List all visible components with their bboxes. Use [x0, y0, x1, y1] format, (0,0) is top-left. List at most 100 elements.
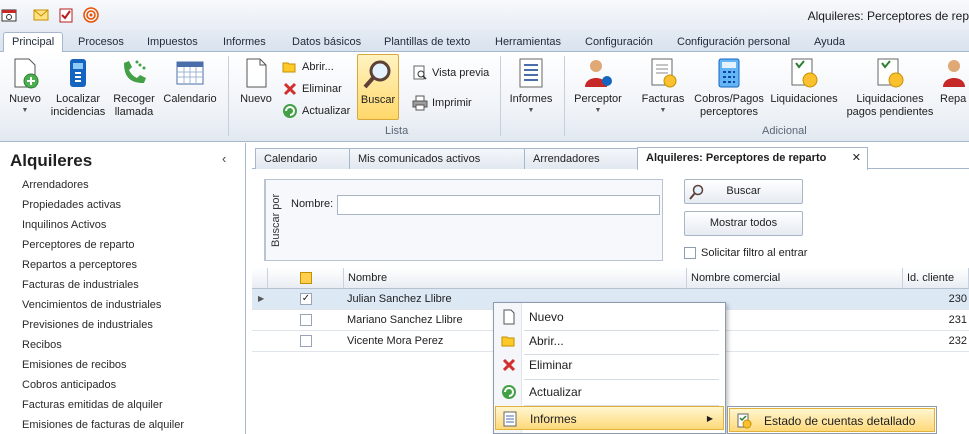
imprimir-button[interactable]: Imprimir [412, 93, 472, 113]
menu-item-estado-de-cuentas-detallado[interactable]: Estado de cuentas detallado [729, 408, 935, 432]
name-label: Nombre: [291, 198, 334, 210]
select-all-header[interactable] [268, 268, 344, 289]
chevron-down-icon: ▼ [659, 107, 667, 114]
calendar-icon [176, 61, 204, 85]
group-label-adicional: Adicional [762, 125, 807, 137]
doc-tab-calendario[interactable]: Calendario [255, 148, 351, 169]
context-menu: Nuevo Abrir... Eliminar Actualizar Infor… [493, 302, 726, 434]
nav-item-previsiones-de-industriales[interactable]: Previsiones de industriales [22, 319, 153, 331]
chevron-down-icon: ▼ [21, 107, 29, 114]
facturas-button[interactable]: Facturas ▼ [638, 57, 688, 116]
ribbon-separator [564, 56, 565, 136]
menu-item-nuevo[interactable]: Nuevo [495, 305, 724, 329]
abrir-button[interactable]: Abrir... [282, 57, 334, 77]
eliminar-button[interactable]: Eliminar [282, 79, 342, 99]
tab-herramientas[interactable]: Herramientas [495, 33, 561, 52]
nav-title: Alquileres [10, 151, 93, 170]
menu-item-eliminar[interactable]: Eliminar [495, 353, 724, 377]
perceptor-button[interactable]: Perceptor ▼ [572, 57, 624, 116]
tab-informes[interactable]: Informes [223, 33, 266, 52]
account-statement-icon [737, 413, 752, 429]
tab-configuracion-personal[interactable]: Configuración personal [677, 33, 790, 52]
calendario-button[interactable]: Calendario [162, 57, 218, 106]
app-icon[interactable] [1, 7, 17, 23]
delete-icon [283, 83, 297, 96]
nav-item-recibos[interactable]: Recibos [22, 339, 62, 351]
tasks-icon[interactable] [58, 7, 74, 23]
mail-icon[interactable] [33, 7, 49, 23]
tab-datos-basicos[interactable]: Datos básicos [292, 33, 361, 52]
column-header-nombre-comercial[interactable]: Nombre comercial [687, 268, 903, 289]
cobros-pagos-perceptores-button[interactable]: Cobros/Pagos perceptores [693, 57, 765, 119]
group-label-lista: Lista [385, 125, 409, 137]
settlement-icon [791, 58, 818, 88]
doc-tab-arrendadores[interactable]: Arrendadores [524, 148, 638, 169]
cell-nombre: Mariano Sanchez Llibre [347, 314, 463, 326]
mostrar-todos-label: Mostrar todos [709, 217, 778, 229]
liquidaciones-pagos-pendientes-button[interactable]: Liquidaciones pagos pendientes [846, 57, 934, 119]
informes-ribbon-button[interactable]: Informes ▼ [507, 57, 555, 116]
buscar-ribbon-button[interactable]: Buscar [357, 54, 399, 120]
collapse-icon[interactable]: ‹ [222, 151, 226, 166]
localizar-incidencias-button[interactable]: Localizar incidencias [50, 57, 106, 119]
tab-ayuda[interactable]: Ayuda [814, 33, 845, 52]
nav-item-emisiones-de-facturas-de-alquiler[interactable]: Emisiones de facturas de alquiler [22, 419, 184, 431]
document-tabs: Calendario Mis comunicados activos Arren… [252, 147, 969, 170]
row-checkbox[interactable]: ✓ [300, 293, 312, 305]
cell-id-cliente: 231 [948, 314, 967, 326]
row-checkbox[interactable] [300, 335, 312, 347]
mostrar-todos-button[interactable]: Mostrar todos [684, 211, 803, 236]
chevron-down-icon: ▼ [527, 107, 535, 114]
tab-plantillas-de-texto[interactable]: Plantillas de texto [384, 33, 470, 52]
nav-item-emisiones-de-recibos[interactable]: Emisiones de recibos [22, 359, 127, 371]
doc-tab-mis-comunicados-activos[interactable]: Mis comunicados activos [349, 148, 525, 169]
new-document-icon [14, 58, 39, 89]
liquidaciones-button[interactable]: Liquidaciones [770, 57, 838, 106]
magnifier-icon [689, 184, 704, 200]
calculator-icon [718, 58, 740, 88]
rss-icon[interactable] [83, 7, 99, 23]
solicitar-filtro-checkbox[interactable] [684, 247, 696, 259]
ribbon-separator [228, 56, 229, 136]
tab-impuestos[interactable]: Impuestos [147, 33, 198, 52]
refresh-icon [502, 385, 516, 399]
blank-document-icon [503, 309, 515, 325]
chevron-down-icon: ▼ [594, 107, 602, 114]
nuevo-button[interactable]: Nuevo ▼ [6, 57, 44, 116]
buscar-button[interactable]: Buscar [684, 179, 803, 204]
tab-procesos[interactable]: Procesos [78, 33, 124, 52]
cell-id-cliente: 232 [948, 335, 967, 347]
cell-id-cliente: 230 [948, 293, 967, 305]
print-preview-icon [413, 65, 427, 80]
repartos-button[interactable]: Repa [940, 57, 969, 106]
nav-item-facturas-emitidas-de-alquiler[interactable]: Facturas emitidas de alquiler [22, 399, 163, 411]
solicitar-filtro-label: Solicitar filtro al entrar [701, 247, 808, 259]
column-header-nombre[interactable]: Nombre [344, 268, 687, 289]
lista-nuevo-button[interactable]: Nuevo [236, 57, 276, 106]
close-icon[interactable]: ✕ [852, 148, 861, 168]
menu-item-abrir[interactable]: Abrir... [495, 329, 724, 353]
menu-item-informes[interactable]: Informes ▶ [495, 406, 724, 430]
nav-item-perceptores-de-reparto[interactable]: Perceptores de reparto [22, 239, 135, 251]
left-navigation: Alquileres ‹ Arrendadores Propiedades ac… [0, 143, 246, 434]
doc-tab-perceptores-de-reparto[interactable]: Alquileres: Perceptores de reparto ✕ [637, 147, 868, 170]
name-search-input[interactable] [337, 195, 660, 215]
recoger-llamada-button[interactable]: Recoger llamada [110, 57, 158, 119]
nav-item-vencimientos-de-industriales[interactable]: Vencimientos de industriales [22, 299, 161, 311]
column-header-id-cliente[interactable]: Id. cliente [903, 268, 969, 289]
select-all-checkbox[interactable] [300, 272, 312, 284]
delete-icon [502, 358, 516, 372]
tab-principal[interactable]: Principal [3, 32, 64, 52]
nav-item-propiedades-activas[interactable]: Propiedades activas [22, 199, 121, 211]
person-icon [585, 60, 612, 87]
nav-item-cobros-anticipados[interactable]: Cobros anticipados [22, 379, 116, 391]
row-checkbox[interactable] [300, 314, 312, 326]
nav-item-arrendadores[interactable]: Arrendadores [22, 179, 89, 191]
nav-item-inquilinos-activos[interactable]: Inquilinos Activos [22, 219, 106, 231]
nav-item-repartos-a-perceptores[interactable]: Repartos a perceptores [22, 259, 137, 271]
nav-item-facturas-de-industriales[interactable]: Facturas de industriales [22, 279, 139, 291]
tab-configuracion[interactable]: Configuración [585, 33, 653, 52]
vista-previa-button[interactable]: Vista previa [412, 63, 489, 83]
menu-item-actualizar[interactable]: Actualizar [495, 380, 724, 404]
actualizar-button[interactable]: Actualizar [282, 101, 350, 121]
